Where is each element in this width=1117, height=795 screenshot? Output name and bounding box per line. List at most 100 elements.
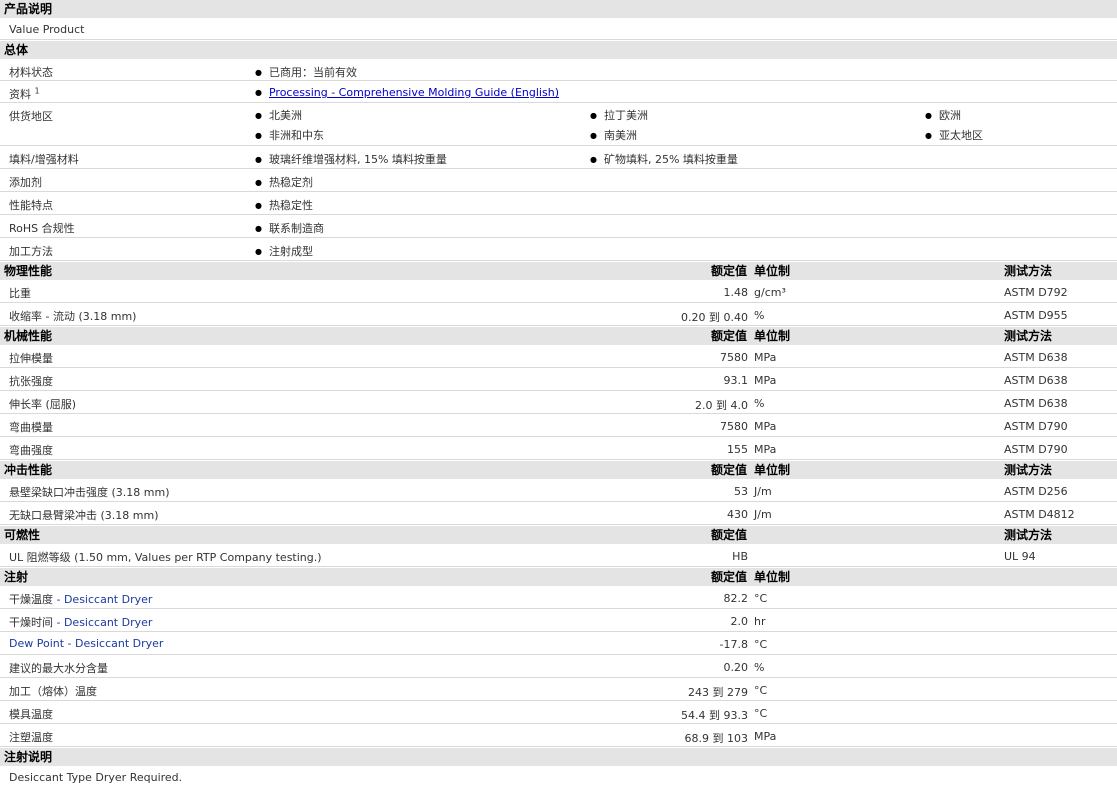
property-label: 模具温度 <box>9 706 53 722</box>
test-method: ASTM D4812 <box>1004 508 1075 521</box>
unit-header: 单位制 <box>754 264 791 278</box>
nominal-value: 2.0 <box>730 615 749 628</box>
property-name: 悬壁梁缺口冲击强度 <box>9 486 108 499</box>
material-status-value: 已商用：当前有效 <box>255 64 357 80</box>
unit-header: 单位制 <box>754 329 791 343</box>
property-condition: - Desiccant Dryer <box>53 616 153 629</box>
method-header: 测试方法 <box>1004 264 1053 278</box>
unit-value: °C <box>754 638 768 651</box>
rohs-row: RoHS 合规性 联系制造商 <box>0 215 1117 238</box>
unit-value: % <box>754 309 765 322</box>
nominal-value: 430 <box>727 508 748 521</box>
property-row: 弯曲强度 155 MPa ASTM D790 <box>0 437 1117 460</box>
unit-value: hr <box>754 615 766 628</box>
test-method: ASTM D792 <box>1004 286 1068 299</box>
region-item: 欧洲 <box>925 107 961 123</box>
property-row: 建议的最大水分含量 0.20% <box>0 655 1117 678</box>
section-title: 注射说明 <box>4 750 53 764</box>
flammability-rows: UL 阻燃等级 (1.50 mm, Values per RTP Company… <box>0 544 1117 567</box>
nominal-header: 额定值 <box>710 329 747 343</box>
property-name: 无缺口悬臂梁冲击 <box>9 509 97 522</box>
product-description-value: Value Product <box>9 23 85 36</box>
property-row: UL 阻燃等级 (1.50 mm, Values per RTP Company… <box>0 544 1117 567</box>
unit-value: g/cm³ <box>754 286 786 299</box>
property-name: 注塑温度 <box>9 731 53 744</box>
property-row: 悬壁梁缺口冲击强度 (3.18 mm) 53 J/m ASTM D256 <box>0 479 1117 502</box>
property-name: UL 阻燃等级 <box>9 551 71 564</box>
docs-footnote: 1 <box>34 86 40 96</box>
method-header: 测试方法 <box>1004 329 1053 343</box>
region-item: 非洲和中东 <box>255 127 324 143</box>
injection-notes-row: Desiccant Type Dryer Required. <box>0 766 1117 787</box>
filler-row: 填料/增强材料 玻璃纤维增强材料, 15% 填料按重量 矿物填料, 25% 填料… <box>0 146 1117 169</box>
property-condition: (3.18 mm) <box>97 509 159 522</box>
property-label: UL 阻燃等级 (1.50 mm, Values per RTP Company… <box>9 549 322 565</box>
nominal-value: 7580 <box>720 351 748 364</box>
filler-item: 玻璃纤维增强材料, 15% 填料按重量 <box>255 151 447 167</box>
test-method: ASTM D790 <box>1004 443 1068 456</box>
process-row: 加工方法 注射成型 <box>0 238 1117 261</box>
nominal-value: 0.20 到 0.40 <box>681 311 748 324</box>
nominal-header: 额定值 <box>710 463 747 477</box>
property-label: 比重 <box>9 285 31 301</box>
additive-row: 添加剂 热稳定剂 <box>0 169 1117 192</box>
property-label: 弯曲模量 <box>9 419 53 435</box>
property-name: 干燥时间 <box>9 616 53 629</box>
unit-value: MPa <box>754 351 777 364</box>
section-title: 产品说明 <box>4 2 53 16</box>
section-title: 总体 <box>4 43 29 57</box>
nominal-value: 93.1 <box>723 374 749 387</box>
nominal-value: -17.8 <box>719 638 748 651</box>
feature-value: 热稳定性 <box>255 197 313 213</box>
property-name: 建议的最大水分含量 <box>9 662 108 675</box>
injection-rows: 干燥温度 - Desiccant Dryer 82.2 °C 干燥时间 - Desic… <box>0 586 1117 747</box>
property-row: Dew Point - Desiccant Dryer -17.8 °C <box>0 632 1117 655</box>
property-label: 弯曲强度 <box>9 442 53 458</box>
test-method: ASTM D790 <box>1004 420 1068 433</box>
nominal-value: 243 到 279 <box>688 686 748 699</box>
injection-notes-value: Desiccant Type Dryer Required. <box>9 771 183 784</box>
row-label: 资料 1 <box>9 86 40 102</box>
test-method: ASTM D256 <box>1004 485 1068 498</box>
property-row: 收缩率 - 流动 (3.18 mm) 0.20 到 0.40% ASTM D955 <box>0 303 1117 326</box>
property-condition: - Desiccant Dryer <box>53 593 153 606</box>
property-label: Dew Point - Desiccant Dryer <box>9 637 163 650</box>
section-title: 注射 <box>4 570 29 584</box>
property-name: 拉伸模量 <box>9 352 53 365</box>
unit-value: °C <box>754 592 768 605</box>
property-name: 干燥温度 <box>9 593 53 606</box>
docs-label: 资料 <box>9 88 31 101</box>
property-label: 注塑温度 <box>9 729 53 745</box>
property-label: 抗张强度 <box>9 373 53 389</box>
property-row: 弯曲模量 7580 MPa ASTM D790 <box>0 414 1117 437</box>
region-item: 北美洲 <box>255 107 302 123</box>
property-condition: (屈服) <box>42 398 77 411</box>
section-impact: 冲击性能 额定值 单位制 测试方法 <box>0 460 1117 479</box>
unit-value: % <box>754 397 765 410</box>
molding-guide-link[interactable]: Processing - Comprehensive Molding Guide… <box>269 86 559 99</box>
property-label: 伸长率 (屈服) <box>9 396 76 412</box>
mechanical-rows: 拉伸模量 7580 MPa ASTM D638 抗张强度 93.1 MPa ASTM D638… <box>0 345 1117 460</box>
property-row: 干燥温度 - Desiccant Dryer 82.2 °C <box>0 586 1117 609</box>
nominal-value: 54.4 到 93.3 <box>681 709 748 722</box>
nominal-value: 82.2 <box>723 592 749 605</box>
property-label: 干燥时间 - Desiccant Dryer <box>9 614 152 630</box>
nominal-value: HB <box>732 550 748 563</box>
unit-value: MPa <box>754 374 777 387</box>
property-label: 加工（熔体）温度 <box>9 683 97 699</box>
property-row: 注塑温度 68.9 到 103 MPa <box>0 724 1117 747</box>
property-condition: - 流动 (3.18 mm) <box>42 310 137 323</box>
docs-row: 资料 1 Processing - Comprehensive Molding … <box>0 81 1117 103</box>
unit-value: °C <box>754 707 768 720</box>
section-title: 冲击性能 <box>4 463 53 477</box>
feature-row: 性能特点 热稳定性 <box>0 192 1117 215</box>
row-label: 加工方法 <box>9 245 53 258</box>
property-label: 建议的最大水分含量 <box>9 660 108 676</box>
unit-value: J/m <box>754 508 772 521</box>
unit-value: °C <box>754 684 768 697</box>
unit-value: MPa <box>754 730 777 743</box>
nominal-header: 额定值 <box>710 570 747 584</box>
property-row: 抗张强度 93.1 MPa ASTM D638 <box>0 368 1117 391</box>
property-name: 收缩率 <box>9 310 42 323</box>
filler-item: 矿物填料, 25% 填料按重量 <box>590 151 738 167</box>
